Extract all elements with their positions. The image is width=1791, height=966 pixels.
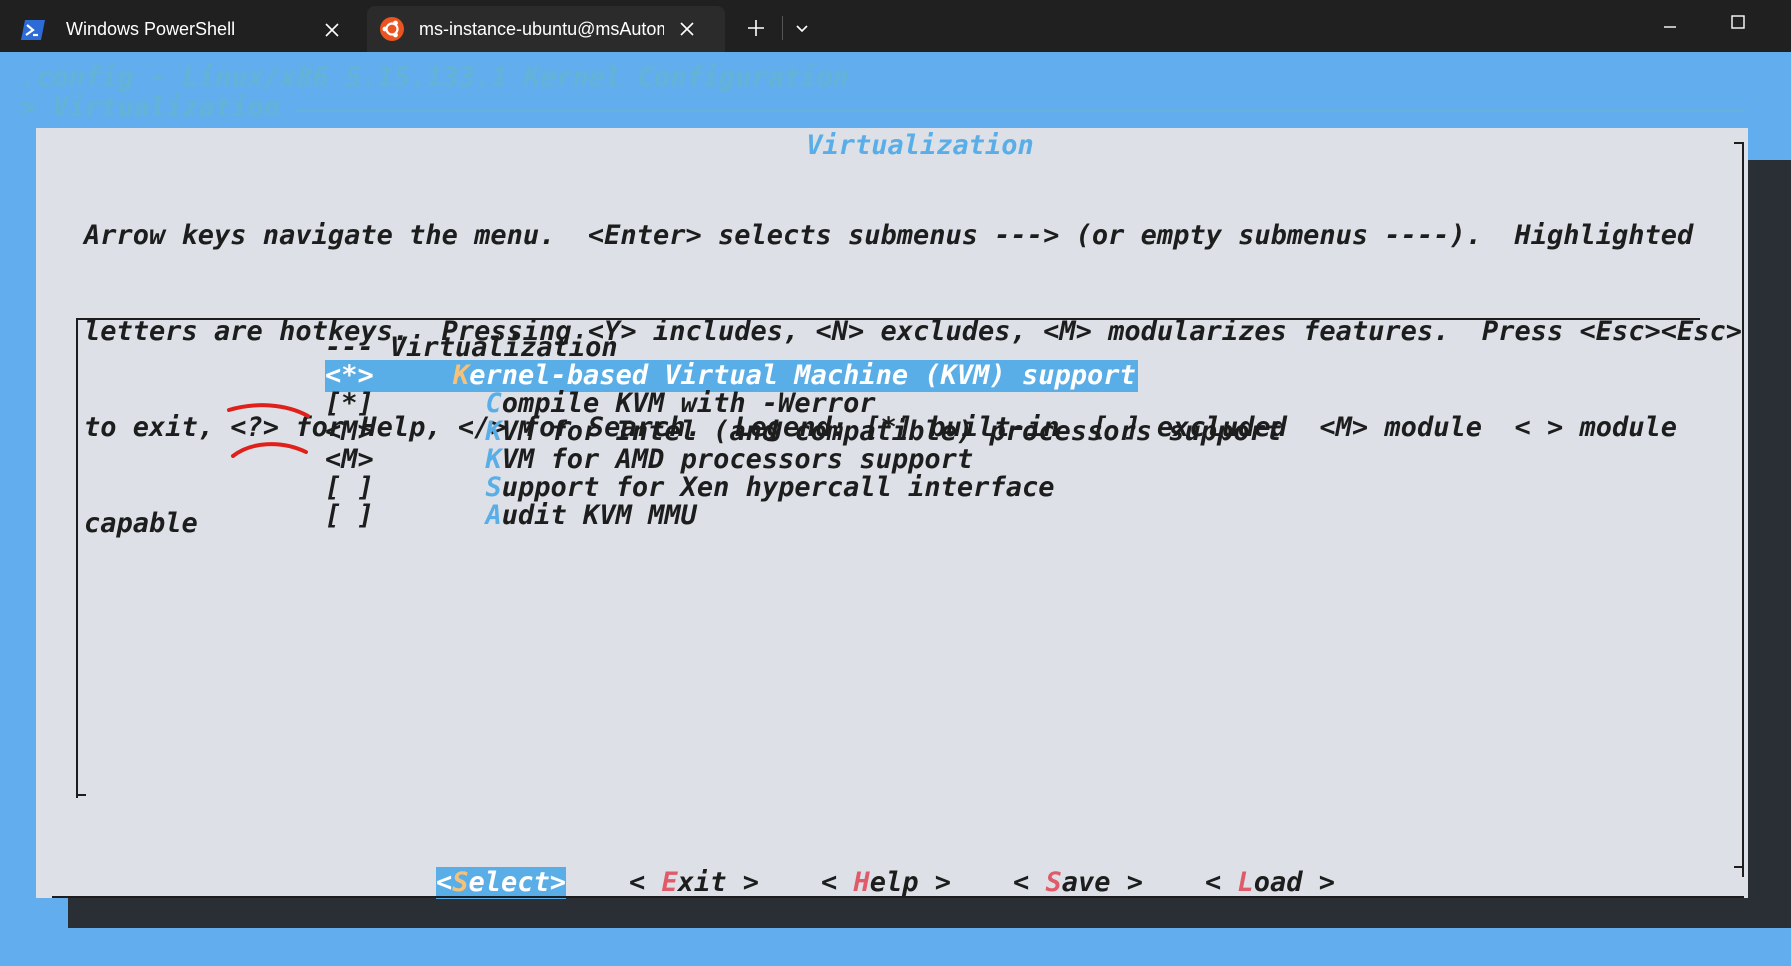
minimize-button[interactable]	[1655, 8, 1685, 36]
powershell-icon	[20, 17, 46, 43]
maximize-button[interactable]	[1723, 8, 1753, 36]
menu-item-hotkey: K	[485, 416, 502, 447]
menu-item-indent	[453, 500, 486, 531]
terminal-area[interactable]: .config - Linux/x86 5.15.133.1 Kernel Co…	[0, 52, 1791, 966]
config-title: .config - Linux/x86 5.15.133.1 Kernel Co…	[20, 62, 850, 93]
breadcrumb-rule	[295, 110, 1745, 112]
new-tab-button[interactable]	[741, 14, 771, 42]
maximize-icon	[1731, 15, 1745, 29]
load-button[interactable]: < Load >	[1205, 867, 1335, 899]
help-button[interactable]: < Help >	[821, 867, 951, 899]
menu-item-label: udit KVM MMU	[501, 500, 697, 531]
menu-item-indent	[453, 416, 486, 447]
tab-ms-instance-ubuntu[interactable]: ms-instance-ubuntu@msAutomation	[367, 6, 725, 52]
menu-item-label: VM for AMD processors support	[501, 444, 974, 475]
window-titlebar: Windows PowerShell ms-instance-ubuntu@ms…	[0, 0, 1791, 52]
exit-button[interactable]: < Exit >	[629, 867, 759, 899]
menu-item-audit-kvm-mmu[interactable]: [ ] Audit KVM MMU	[325, 500, 697, 532]
menu-item-indent	[453, 472, 486, 503]
button-hotkey: H	[853, 867, 870, 898]
menu-item-hotkey: K	[453, 360, 470, 391]
menu-item-label: upport for Xen hypercall interface	[501, 472, 1055, 503]
button-bracket: <	[821, 867, 854, 898]
tab-windows-powershell[interactable]: Windows PowerShell	[0, 7, 365, 52]
dialog-border	[52, 896, 1744, 898]
menu-item-hotkey: K	[485, 444, 502, 475]
tab-label: Windows PowerShell	[66, 19, 236, 39]
menu-item-hotkey: S	[485, 472, 502, 503]
menu-box-border	[76, 794, 86, 796]
button-label: elect>	[468, 867, 567, 898]
menu-item-indent	[453, 444, 486, 475]
plus-icon	[748, 20, 764, 36]
breadcrumb: > Virtualization	[20, 92, 281, 123]
menu-item-label: ompile KVM with -Werror	[501, 388, 876, 419]
button-label: xit >	[677, 867, 760, 898]
close-icon[interactable]	[674, 16, 700, 42]
button-bracket: <	[629, 867, 662, 898]
annotation-mark	[227, 403, 310, 458]
tab-divider	[782, 16, 783, 40]
menu-item-label: VM for Intel (and compatible) processors…	[501, 416, 1283, 447]
tab-dropdown-button[interactable]	[787, 14, 817, 42]
button-label: oad >	[1253, 867, 1336, 898]
chevron-down-icon	[796, 25, 808, 33]
menuconfig-dialog: Virtualization Arrow keys navigate the m…	[36, 128, 1748, 899]
button-bracket: <	[1013, 867, 1046, 898]
menu-item-state: [ ]	[325, 500, 374, 531]
button-label: ave >	[1061, 867, 1144, 898]
minimize-icon	[1664, 26, 1676, 28]
button-bracket: <	[436, 867, 453, 898]
button-hotkey: L	[1237, 867, 1254, 898]
save-button[interactable]: < Save >	[1013, 867, 1143, 899]
tab-label: ms-instance-ubuntu@msAutomation	[419, 18, 664, 39]
dialog-border	[1734, 866, 1744, 868]
menu-item-hotkey: A	[485, 500, 502, 531]
menu-item-label: ernel-based Virtual Machine (KVM) suppor…	[469, 360, 1136, 391]
dialog-border	[1742, 142, 1744, 877]
button-hotkey: S	[1045, 867, 1062, 898]
help-line: Arrow keys navigate the menu. <Enter> se…	[84, 220, 1694, 251]
button-hotkey: S	[452, 867, 469, 898]
ubuntu-icon	[379, 16, 405, 42]
button-bracket: <	[1205, 867, 1238, 898]
button-hotkey: E	[661, 867, 678, 898]
close-icon[interactable]	[319, 17, 345, 43]
menu-item-hotkey: C	[485, 388, 502, 419]
menu-item-indent	[453, 388, 486, 419]
select-button[interactable]: <Select>	[436, 867, 567, 899]
button-label: elp >	[869, 867, 952, 898]
